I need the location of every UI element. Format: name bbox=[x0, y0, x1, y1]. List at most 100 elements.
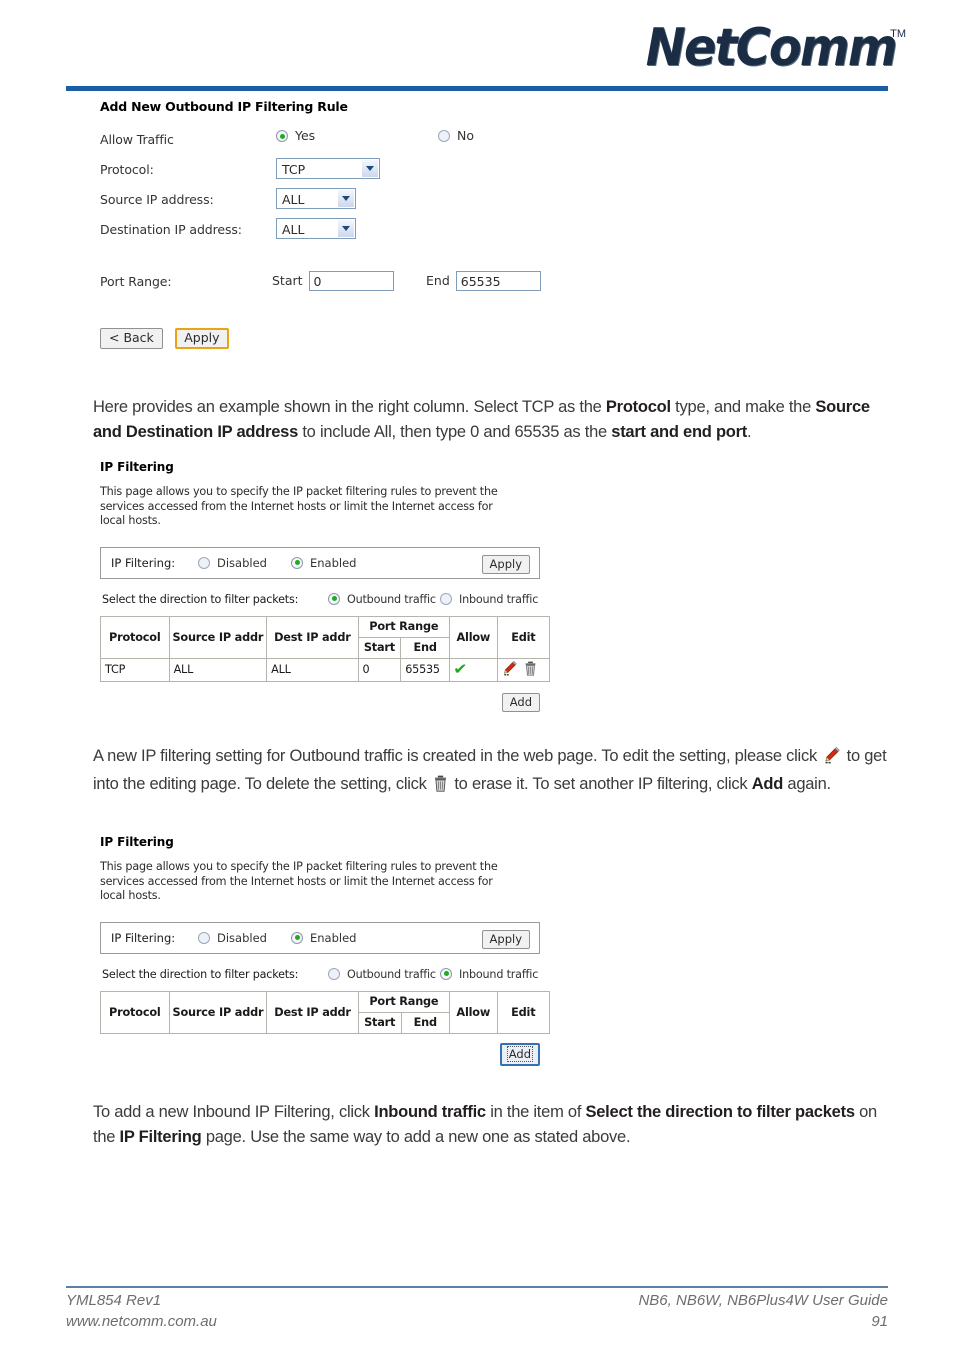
radio-enabled-icon[interactable] bbox=[291, 556, 303, 569]
table-header-row: Protocol Source IP addr Dest IP addr Por… bbox=[100, 615, 551, 659]
ip-filtering-toggle-box-outbound: IP Filtering: Disabled Enabled Apply bbox=[100, 546, 540, 579]
destination-ip-label: Destination IP address: bbox=[100, 222, 242, 237]
ip-filtering-disabled-option[interactable]: Disabled bbox=[198, 556, 267, 570]
paragraph-edit-delete: A new IP filtering setting for Outbound … bbox=[93, 744, 903, 800]
allow-traffic-yes-option[interactable]: Yes bbox=[276, 128, 315, 143]
p1-bold-protocol: Protocol bbox=[605, 398, 671, 416]
cell-port-start: 0 bbox=[357, 657, 402, 682]
chevron-down-icon[interactable] bbox=[337, 190, 354, 207]
protocol-select-value: TCP bbox=[282, 162, 306, 177]
radio-disabled-icon[interactable] bbox=[198, 556, 210, 569]
delete-trash-icon-inline bbox=[433, 775, 448, 796]
ip-filtering-apply-button[interactable]: Apply bbox=[481, 929, 530, 949]
add-rule-button[interactable]: Add bbox=[499, 1042, 540, 1066]
th-edit: Edit bbox=[496, 990, 551, 1034]
edit-pencil-icon-inline bbox=[823, 746, 840, 768]
p2-text-a: A new IP filtering setting for Outbound … bbox=[93, 747, 822, 765]
ip-filtering-apply-button[interactable]: Apply bbox=[481, 554, 530, 574]
chevron-down-icon[interactable] bbox=[337, 220, 354, 237]
allow-traffic-yes-label: Yes bbox=[295, 128, 316, 143]
source-ip-select-value: ALL bbox=[282, 192, 305, 207]
radio-inbound-icon[interactable] bbox=[440, 592, 452, 605]
radio-yes-icon[interactable] bbox=[276, 130, 288, 142]
allow-traffic-no-option[interactable]: No bbox=[438, 128, 474, 143]
table-header-row: Protocol Source IP addr Dest IP addr Por… bbox=[100, 990, 551, 1034]
ip-filtering-disabled-option[interactable]: Disabled bbox=[198, 931, 267, 945]
p3-bold-inbound: Inbound traffic bbox=[374, 1103, 486, 1121]
th-protocol: Protocol bbox=[100, 615, 170, 659]
ip-filtering-disabled-label: Disabled bbox=[217, 930, 267, 945]
ip-filtering-enabled-option[interactable]: Enabled bbox=[291, 931, 356, 945]
direction-label: Select the direction to filter packets: bbox=[102, 967, 299, 981]
footer-guide-title: NB6, NB6W, NB6Plus4W User Guide bbox=[638, 1292, 888, 1309]
ip-filtering-toggle-label: IP Filtering: bbox=[111, 930, 176, 945]
footer-page-number: 91 bbox=[871, 1313, 888, 1330]
allow-traffic-label: Allow Traffic bbox=[100, 132, 174, 147]
p1-text-a: Here provides an example shown in the ri… bbox=[93, 398, 606, 416]
th-dest-ip: Dest IP addr bbox=[266, 615, 359, 659]
ip-filter-rules-table-outbound: Protocol Source IP addr Dest IP addr Por… bbox=[100, 615, 551, 682]
page-header: NetComm TM bbox=[0, 0, 954, 96]
th-source-ip: Source IP addr bbox=[168, 615, 268, 659]
radio-inbound-icon[interactable] bbox=[440, 967, 452, 980]
ip-filtering-enabled-option[interactable]: Enabled bbox=[291, 556, 356, 570]
radio-disabled-icon[interactable] bbox=[198, 931, 210, 944]
th-source-ip: Source IP addr bbox=[168, 990, 268, 1034]
edit-pencil-icon[interactable] bbox=[502, 660, 517, 679]
direction-outbound-option[interactable]: Outbound traffic bbox=[328, 967, 436, 981]
netcomm-logo: NetComm bbox=[645, 18, 898, 78]
source-ip-select[interactable]: ALL bbox=[276, 188, 356, 209]
radio-no-icon[interactable] bbox=[438, 130, 450, 142]
add-rule-button[interactable]: Add bbox=[501, 692, 540, 712]
paragraph-example: Here provides an example shown in the ri… bbox=[93, 395, 898, 445]
footer-right: NB6, NB6W, NB6Plus4W User Guide 91 bbox=[638, 1290, 888, 1332]
port-end-input[interactable]: 65535 bbox=[455, 271, 541, 291]
add-button-row-outbound: Add bbox=[100, 691, 540, 712]
delete-trash-icon[interactable] bbox=[524, 661, 537, 679]
port-range-row: Port Range: Start 0 End 65535 bbox=[100, 270, 620, 300]
cell-source-ip: ALL bbox=[168, 657, 268, 682]
add-rule-button-label: Add bbox=[506, 1045, 533, 1062]
ip-filtering-toggle-label: IP Filtering: bbox=[111, 555, 176, 570]
direction-inbound-option[interactable]: Inbound traffic bbox=[440, 592, 538, 606]
direction-outbound-option[interactable]: Outbound traffic bbox=[328, 592, 436, 606]
ip-filtering-enabled-label: Enabled bbox=[310, 930, 357, 945]
radio-outbound-icon[interactable] bbox=[328, 967, 340, 980]
footer-doc-id: YML854 Rev1 bbox=[66, 1292, 162, 1309]
direction-inbound-option[interactable]: Inbound traffic bbox=[440, 967, 538, 981]
p2-text-c: to erase it. To set another IP filtering… bbox=[450, 775, 752, 793]
port-start-input[interactable]: 0 bbox=[308, 271, 394, 291]
p3-bold-ipfiltering: IP Filtering bbox=[119, 1128, 202, 1146]
port-end-label: End bbox=[426, 272, 450, 288]
add-button-row-inbound: Add bbox=[100, 1042, 540, 1066]
radio-outbound-icon[interactable] bbox=[328, 592, 340, 605]
th-end: End bbox=[400, 1011, 450, 1034]
cell-dest-ip: ALL bbox=[266, 657, 359, 682]
p3-text-c: in the item of bbox=[485, 1103, 586, 1121]
direction-outbound-label: Outbound traffic bbox=[347, 967, 436, 981]
protocol-select[interactable]: TCP bbox=[276, 158, 380, 179]
apply-button[interactable]: Apply bbox=[175, 328, 229, 349]
ip-filtering-panel-outbound: IP Filtering This page allows you to spe… bbox=[100, 460, 551, 712]
panel-description-outbound: This page allows you to specify the IP p… bbox=[100, 485, 498, 527]
footer-website: www.netcomm.com.au bbox=[66, 1313, 217, 1330]
th-edit: Edit bbox=[496, 615, 551, 659]
destination-ip-select[interactable]: ALL bbox=[276, 218, 356, 239]
radio-enabled-icon[interactable] bbox=[291, 931, 303, 944]
back-button[interactable]: < Back bbox=[100, 328, 163, 349]
p2-bold-add: Add bbox=[751, 775, 784, 793]
chevron-down-icon[interactable] bbox=[361, 160, 378, 177]
p1-bold-ports: start and end port bbox=[611, 423, 748, 441]
allow-traffic-no-label: No bbox=[457, 128, 474, 143]
th-port-range: Port Range bbox=[357, 990, 450, 1013]
panel-title-outbound: IP Filtering bbox=[100, 460, 174, 474]
direction-selector-inbound: Select the direction to filter packets: … bbox=[100, 967, 550, 983]
footer-divider bbox=[66, 1286, 888, 1288]
ip-filtering-panel-inbound: IP Filtering This page allows you to spe… bbox=[100, 835, 551, 1066]
protocol-row: Protocol: TCP bbox=[100, 158, 620, 188]
p2-text-e: again. bbox=[783, 775, 831, 793]
panel-title-inbound: IP Filtering bbox=[100, 835, 174, 849]
p1-text-g: . bbox=[747, 423, 752, 441]
direction-outbound-label: Outbound traffic bbox=[347, 592, 436, 606]
port-range-label: Port Range: bbox=[100, 274, 172, 289]
